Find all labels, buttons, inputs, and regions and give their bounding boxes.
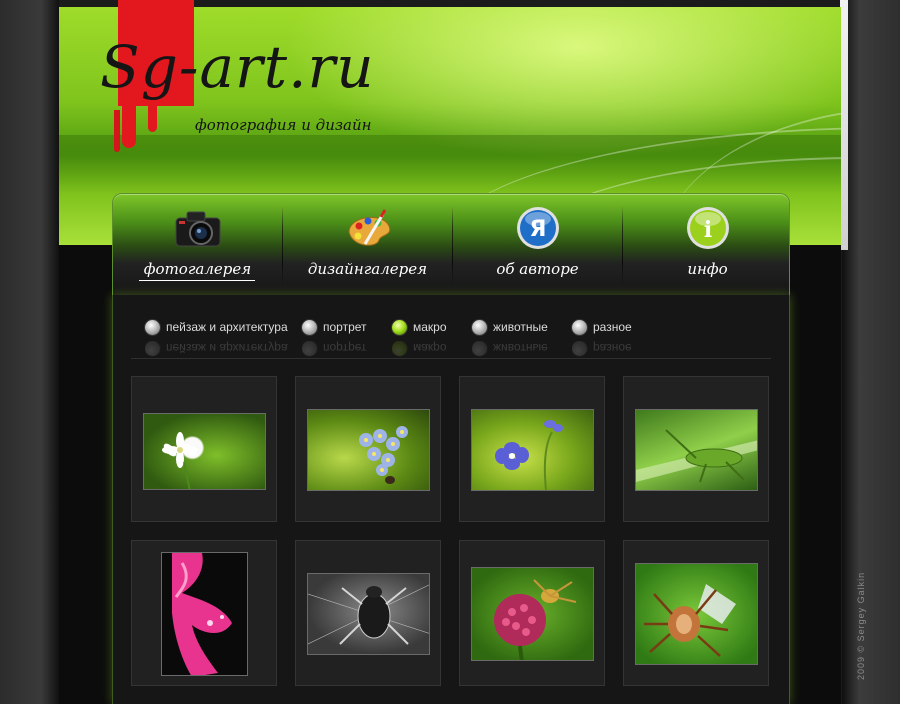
gallery-thumbnail[interactable] — [295, 376, 441, 522]
ya-icon: Я — [517, 207, 559, 249]
filter-landscape-architecture[interactable]: пейзаж и архитектура — [145, 315, 288, 339]
gallery-thumbnail[interactable] — [623, 540, 769, 686]
filter-portrait[interactable]: портрет — [302, 315, 367, 339]
radio-icon — [302, 319, 317, 335]
nav-item-about-author[interactable]: Я об авторе — [453, 194, 622, 296]
photo-pink-flower — [161, 552, 248, 676]
nav-active-underline — [139, 280, 255, 281]
category-filters: пейзаж и архитектура портрет макро живот… — [113, 315, 789, 356]
photo-white-flower — [143, 413, 266, 490]
site-tagline: фотография и дизайн — [195, 116, 372, 134]
camera-icon — [175, 211, 221, 247]
gallery-panel: пейзаж и архитектура портрет макро живот… — [112, 295, 790, 704]
copyright-text: 2009 © Sergey Galkin — [856, 571, 866, 680]
filters-divider — [131, 358, 771, 359]
svg-text:Я: Я — [530, 217, 547, 242]
nav-label: инфо — [687, 260, 728, 278]
nav-label: об авторе — [496, 260, 579, 278]
photo-spider-monochrome — [307, 573, 430, 655]
photo-purple-flower — [471, 409, 594, 491]
gallery-thumbnail[interactable] — [623, 376, 769, 522]
radio-icon — [472, 319, 487, 335]
nav-item-designgallery[interactable]: дизайнгалерея — [283, 194, 452, 296]
filter-reflection: пейзаж и архитектура — [145, 341, 288, 357]
svg-text:i: i — [704, 217, 712, 243]
radio-icon — [145, 319, 160, 335]
gallery-thumbnail[interactable] — [131, 376, 277, 522]
radio-active-icon — [392, 319, 407, 335]
left-border — [0, 0, 59, 704]
photo-orb-weaver-spider — [635, 563, 758, 665]
photo-forget-me-not-flowers — [307, 409, 430, 491]
main-nav: фотогалерея дизайнгалерея Я об авторе i … — [112, 193, 790, 296]
nav-item-photogallery[interactable]: фотогалерея — [113, 194, 282, 296]
gallery-thumbnail[interactable] — [131, 540, 277, 686]
site-logo[interactable]: Sg-art.ru — [100, 38, 375, 96]
filter-animals[interactable]: животные — [472, 315, 548, 339]
right-border — [842, 0, 900, 704]
nav-label: фотогалерея — [143, 260, 252, 278]
filter-reflection: портрет — [302, 341, 367, 357]
gallery-thumbnail[interactable] — [459, 376, 605, 522]
photo-grasshopper — [635, 409, 758, 491]
header-edge-stripe — [840, 0, 848, 250]
palette-icon — [348, 209, 391, 246]
filter-reflection: разное — [572, 341, 632, 357]
filter-misc[interactable]: разное — [572, 315, 632, 339]
filter-reflection: животные — [472, 341, 548, 357]
nav-item-info[interactable]: i инфо — [623, 194, 792, 296]
filter-reflection: макро — [392, 341, 447, 357]
photo-spider-on-thistle — [471, 567, 594, 661]
gallery-thumbnail[interactable] — [295, 540, 441, 686]
info-icon: i — [687, 207, 729, 249]
nav-label: дизайнгалерея — [307, 260, 428, 278]
filter-macro[interactable]: макро — [392, 315, 447, 339]
radio-icon — [572, 319, 587, 335]
gallery-thumbnail[interactable] — [459, 540, 605, 686]
